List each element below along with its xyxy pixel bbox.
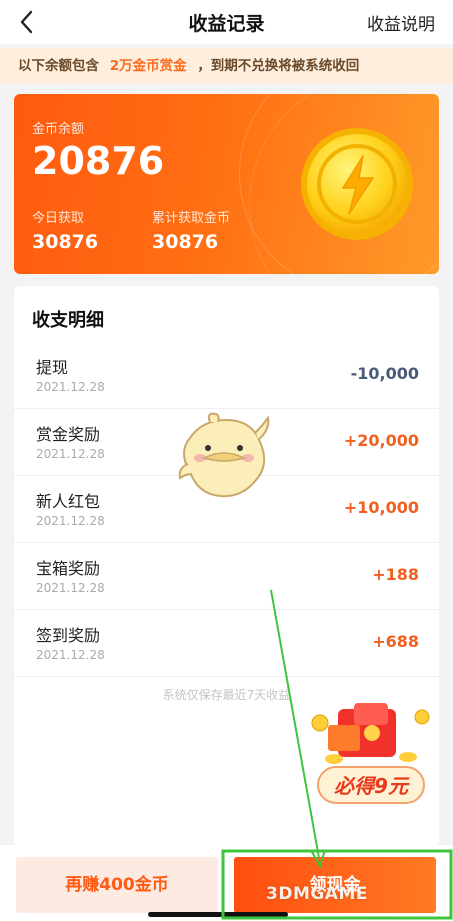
total-label: 累计获取金币	[152, 211, 231, 226]
transaction-date: 2021.12.28	[36, 514, 105, 528]
notice-banner: 以下余额包含 2万金币赏金 ，到期不兑换将被系统收回	[0, 48, 453, 84]
red-envelope-promo-icon[interactable]: 必得9元	[310, 703, 432, 807]
transaction-date: 2021.12.28	[36, 581, 105, 595]
transaction-name: 赏金奖励	[36, 425, 101, 444]
transaction-name: 宝箱奖励	[36, 559, 101, 578]
transaction-row: 提现 2021.12.28 -10,000	[14, 342, 439, 409]
gold-coin-icon	[301, 128, 413, 240]
transaction-row: 宝箱奖励 2021.12.28 +188	[14, 543, 439, 610]
transaction-amount: +188	[372, 565, 419, 584]
total-value: 30876	[152, 231, 219, 253]
transaction-amount: +688	[372, 632, 419, 651]
balance-label: 金币余额	[32, 122, 85, 137]
retention-note: 系统仅保存最近7天收益	[162, 688, 291, 702]
bottom-action-bar: 再赚400金币 领现金	[0, 845, 453, 921]
transaction-row: 签到奖励 2021.12.28 +688	[14, 610, 439, 677]
earnings-help-link[interactable]: 收益说明	[367, 10, 435, 35]
today-label: 今日获取	[32, 211, 85, 226]
notice-prefix: 以下余额包含	[18, 58, 99, 74]
section-title: 收支明细	[32, 310, 104, 331]
transaction-amount: -10,000	[350, 364, 419, 383]
notice-suffix: ，到期不兑换将被系统收回	[197, 58, 360, 74]
watermark-text: 3DMGAME	[266, 884, 368, 904]
transaction-name: 提现	[36, 358, 69, 377]
transaction-name: 新人红包	[36, 492, 101, 511]
transaction-date: 2021.12.28	[36, 380, 105, 394]
chick-mascot-icon	[178, 412, 270, 498]
transaction-name: 签到奖励	[36, 626, 101, 645]
transaction-amount: +20,000	[343, 431, 419, 450]
nav-bar: 收益记录 收益说明	[0, 0, 453, 44]
today-value: 30876	[32, 231, 99, 253]
balance-card: 金币余额 20876 今日获取 30876 累计获取金币 30876	[14, 94, 439, 274]
notice-highlight: 2万金币赏金	[109, 58, 187, 74]
promo-text: 必得9元	[334, 774, 410, 798]
earn-more-coins-button[interactable]: 再赚400金币	[16, 857, 218, 913]
transaction-amount: +10,000	[343, 498, 419, 517]
transaction-date: 2021.12.28	[36, 447, 105, 461]
transaction-date: 2021.12.28	[36, 648, 105, 662]
balance-value: 20876	[32, 139, 165, 183]
home-indicator	[148, 912, 288, 917]
